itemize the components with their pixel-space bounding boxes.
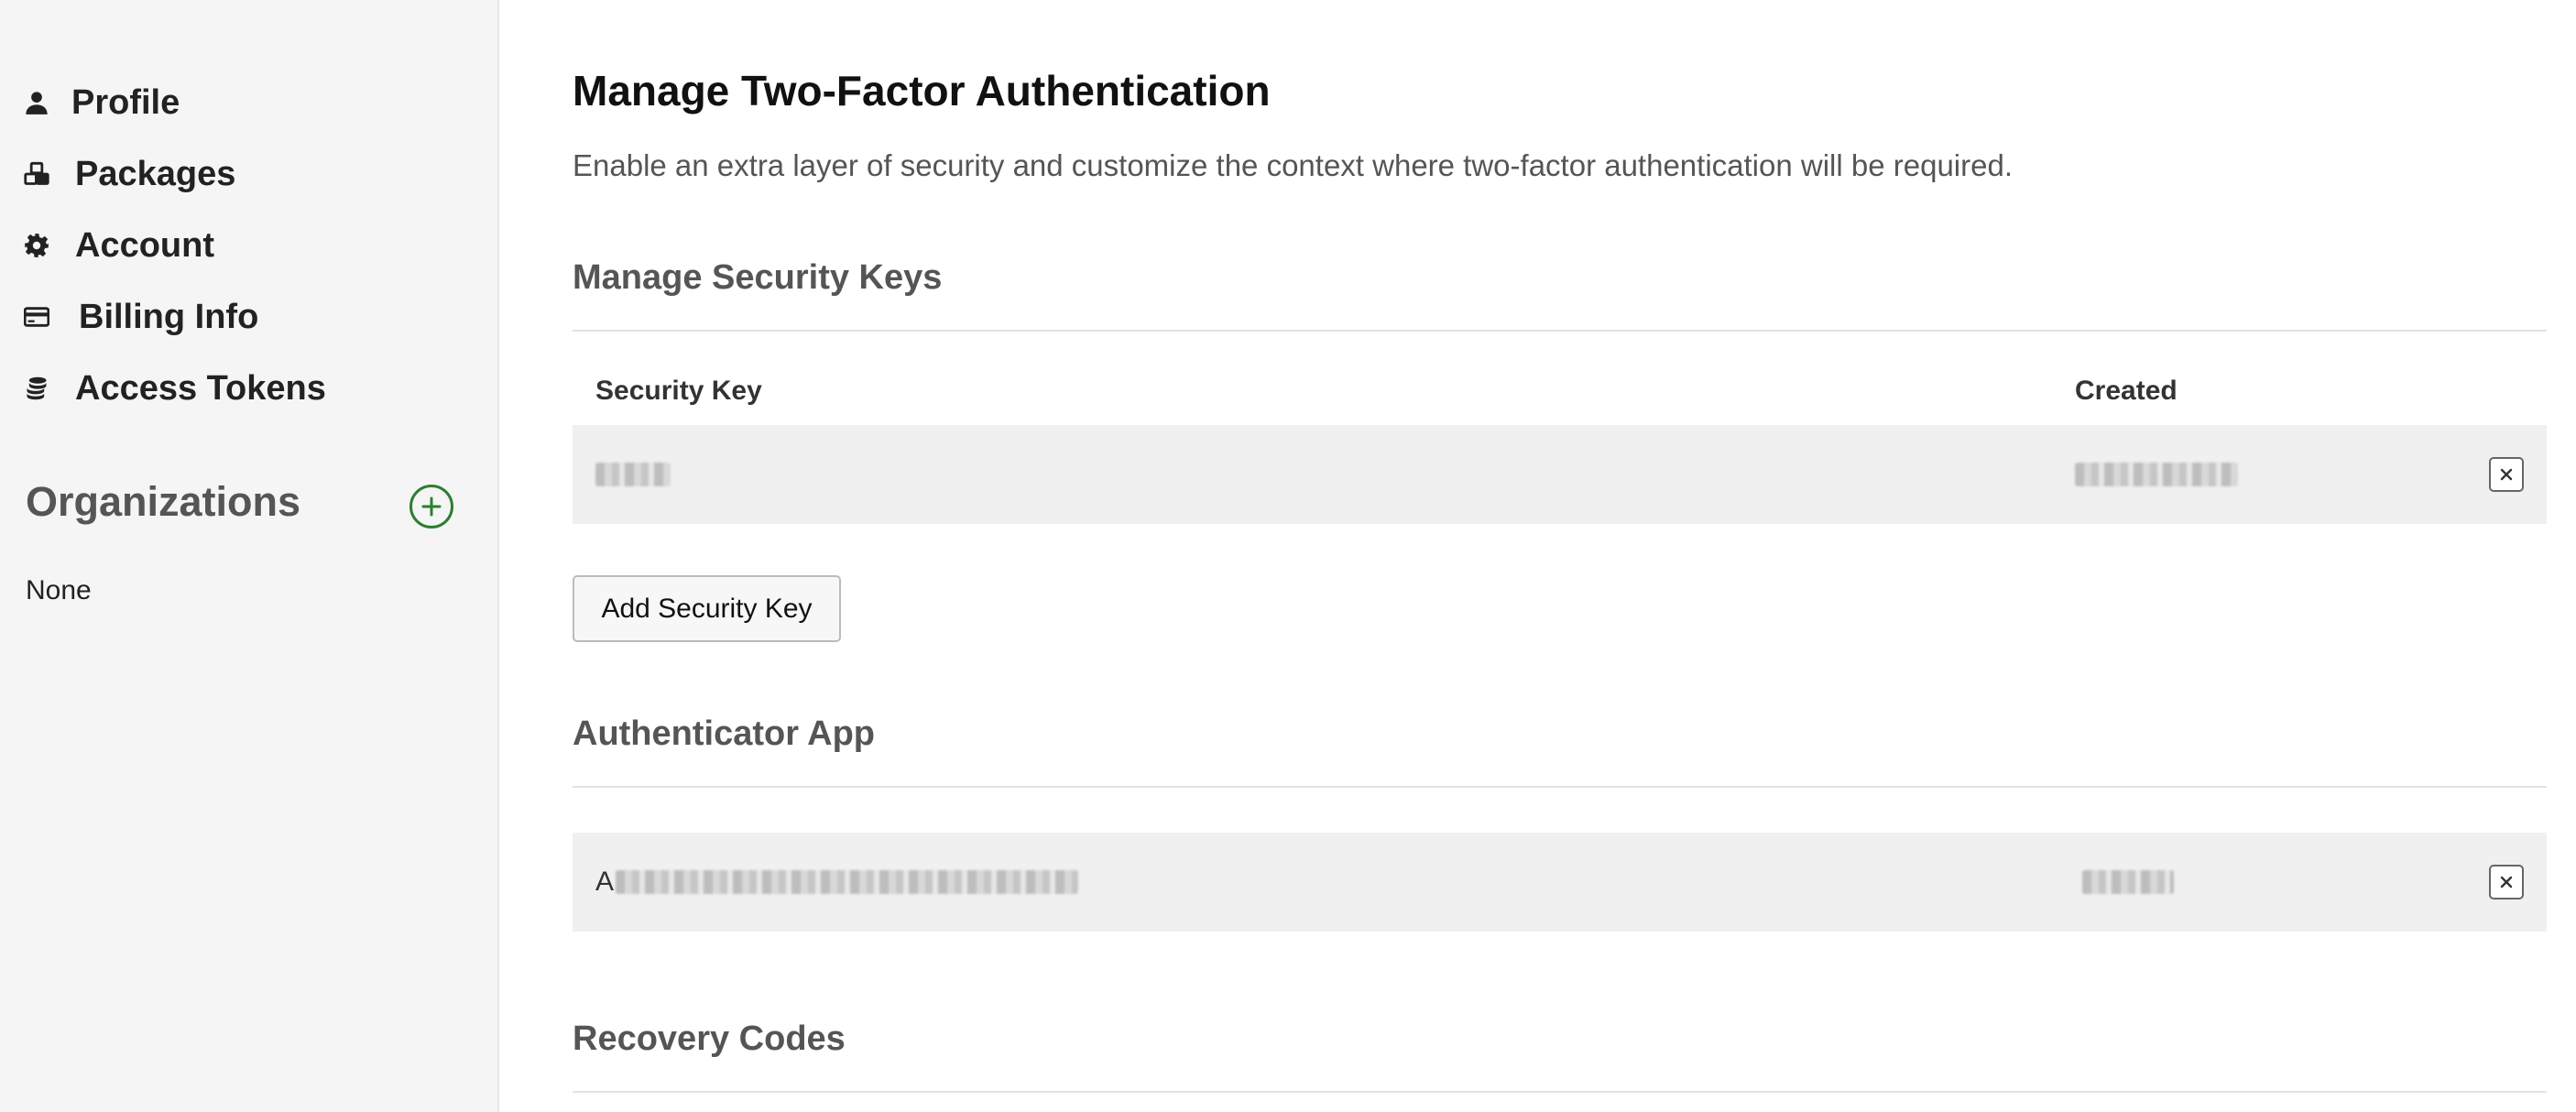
- organizations-heading: Organizations: [26, 478, 301, 525]
- authenticator-app-heading: Authenticator App: [573, 714, 876, 753]
- close-icon: [2500, 876, 2513, 889]
- plus-circle-icon: [421, 496, 442, 517]
- sidebar-item-account[interactable]: Account: [24, 220, 214, 271]
- app-root: Profile Packages Account Billing Info Ac…: [0, 0, 2576, 1112]
- divider: [573, 330, 2547, 332]
- table-row: [573, 425, 2547, 524]
- sidebar-item-profile[interactable]: Profile: [24, 77, 180, 128]
- column-header-security-key: Security Key: [595, 376, 762, 406]
- gear-icon: [24, 229, 57, 262]
- packages-icon: [24, 158, 57, 191]
- column-header-created: Created: [2075, 376, 2178, 406]
- security-key-name-cell: [595, 425, 671, 524]
- credit-card-icon: [24, 300, 57, 333]
- security-key-created-cell: [2075, 425, 2238, 524]
- organizations-empty-text: None: [26, 575, 92, 605]
- add-security-key-button[interactable]: Add Security Key: [573, 575, 841, 642]
- redacted-authenticator-name: [616, 870, 1079, 894]
- redacted-created-date: [2075, 463, 2238, 486]
- add-organization-button[interactable]: [409, 485, 453, 529]
- divider: [573, 786, 2547, 788]
- user-icon: [24, 86, 57, 119]
- redacted-security-key-name: [595, 463, 671, 486]
- security-keys-heading: Manage Security Keys: [573, 258, 943, 297]
- table-row: A: [573, 833, 2547, 932]
- sidebar: Profile Packages Account Billing Info Ac…: [0, 0, 499, 1112]
- close-icon: [2500, 468, 2513, 481]
- sidebar-item-access-tokens[interactable]: Access Tokens: [24, 363, 326, 414]
- authenticator-name-prefix: A: [595, 867, 615, 897]
- redacted-created-date: [2082, 870, 2174, 894]
- page-title: Manage Two-Factor Authentication: [573, 67, 1271, 114]
- sidebar-item-label: Profile: [71, 82, 180, 122]
- sidebar-item-billing-info[interactable]: Billing Info: [24, 291, 258, 343]
- sidebar-item-label: Access Tokens: [75, 368, 326, 408]
- authenticator-name-cell: A: [595, 833, 1079, 932]
- remove-security-key-button[interactable]: [2489, 457, 2524, 492]
- divider: [573, 1091, 2547, 1093]
- page-description: Enable an extra layer of security and cu…: [573, 148, 2013, 182]
- sidebar-item-label: Packages: [75, 154, 236, 193]
- coins-icon: [24, 372, 57, 405]
- remove-authenticator-button[interactable]: [2489, 865, 2524, 899]
- sidebar-item-label: Billing Info: [79, 297, 259, 336]
- recovery-codes-heading: Recovery Codes: [573, 1019, 846, 1058]
- sidebar-item-packages[interactable]: Packages: [24, 148, 235, 200]
- authenticator-created-cell: [2082, 833, 2174, 932]
- sidebar-item-label: Account: [75, 225, 214, 265]
